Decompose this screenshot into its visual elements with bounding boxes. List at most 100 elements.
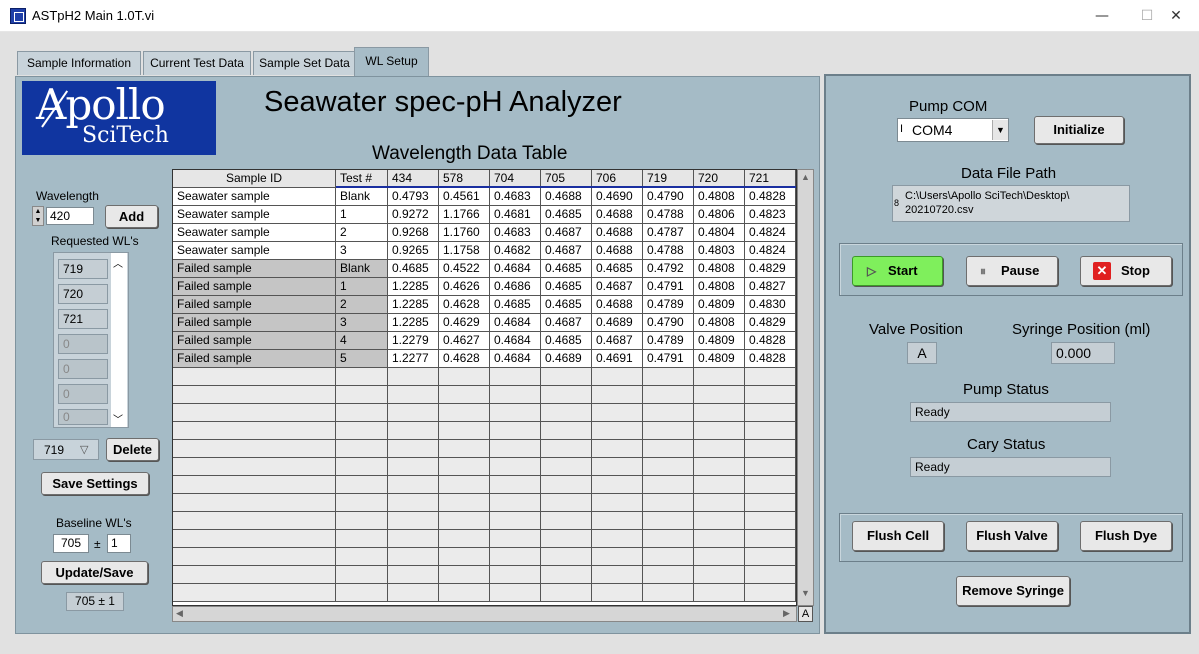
save-settings-button[interactable]: Save Settings: [41, 472, 149, 495]
table-cell-empty[interactable]: [388, 422, 439, 440]
table-cell-empty[interactable]: [173, 386, 336, 404]
table-cell-empty[interactable]: [592, 584, 643, 602]
table-cell-value[interactable]: 0.9272: [388, 206, 439, 224]
table-cell-empty[interactable]: [490, 458, 541, 476]
tab-current-test-data[interactable]: Current Test Data: [143, 51, 251, 75]
table-cell-value[interactable]: 0.4628: [439, 350, 490, 368]
table-cell-test[interactable]: 5: [336, 350, 388, 368]
table-cell-value[interactable]: 0.4691: [592, 350, 643, 368]
update-save-button[interactable]: Update/Save: [41, 561, 148, 584]
table-cell-test[interactable]: 4: [336, 332, 388, 350]
table-cell-value[interactable]: 0.4829: [745, 260, 796, 278]
table-cell-value[interactable]: 0.4793: [388, 188, 439, 206]
table-cell-value[interactable]: 0.4684: [490, 350, 541, 368]
table-cell-value[interactable]: 1.1758: [439, 242, 490, 260]
table-corner-indicator[interactable]: A: [798, 606, 813, 622]
table-cell-empty[interactable]: [388, 548, 439, 566]
table-cell-empty[interactable]: [541, 548, 592, 566]
table-cell-sample-id[interactable]: Failed sample: [173, 296, 336, 314]
table-cell-empty[interactable]: [745, 512, 796, 530]
table-cell-empty[interactable]: [173, 458, 336, 476]
table-cell-empty[interactable]: [643, 530, 694, 548]
table-cell-empty[interactable]: [173, 548, 336, 566]
table-cell-test[interactable]: 3: [336, 314, 388, 332]
table-cell-empty[interactable]: [643, 584, 694, 602]
wavelength-input[interactable]: 420: [46, 207, 94, 225]
table-cell-sample-id[interactable]: Seawater sample: [173, 206, 336, 224]
table-cell-empty[interactable]: [745, 458, 796, 476]
table-cell-empty[interactable]: [173, 494, 336, 512]
table-cell-value[interactable]: 0.4788: [643, 206, 694, 224]
table-cell-value[interactable]: 0.4683: [490, 224, 541, 242]
table-cell-empty[interactable]: [490, 386, 541, 404]
table-cell-empty[interactable]: [643, 440, 694, 458]
table-cell-empty[interactable]: [541, 422, 592, 440]
table-cell-value[interactable]: 1.2285: [388, 278, 439, 296]
scroll-left-icon[interactable]: ◀: [176, 608, 183, 619]
wavelength-stepper[interactable]: ▲ ▼: [32, 206, 44, 226]
table-cell-empty[interactable]: [592, 566, 643, 584]
table-cell-empty[interactable]: [439, 494, 490, 512]
chevron-up-icon[interactable]: ︿: [113, 255, 123, 270]
table-cell-value[interactable]: 0.4791: [643, 278, 694, 296]
table-cell-value[interactable]: 0.4823: [745, 206, 796, 224]
table-cell-empty[interactable]: [388, 404, 439, 422]
table-cell-value[interactable]: 0.4684: [490, 260, 541, 278]
table-cell-value[interactable]: 0.4687: [592, 278, 643, 296]
table-cell-empty[interactable]: [694, 548, 745, 566]
table-cell-empty[interactable]: [643, 386, 694, 404]
table-cell-value[interactable]: 0.9265: [388, 242, 439, 260]
table-cell-value[interactable]: 1.2285: [388, 296, 439, 314]
table-cell-empty[interactable]: [336, 494, 388, 512]
table-cell-value[interactable]: 0.4792: [643, 260, 694, 278]
table-cell-empty[interactable]: [173, 476, 336, 494]
initialize-button[interactable]: Initialize: [1034, 116, 1124, 144]
table-cell-value[interactable]: 0.4686: [490, 278, 541, 296]
stop-button[interactable]: ✕ Stop: [1080, 256, 1172, 286]
table-cell-value[interactable]: 0.4682: [490, 242, 541, 260]
table-cell-test[interactable]: 2: [336, 224, 388, 242]
table-cell-value[interactable]: 0.4789: [643, 332, 694, 350]
table-cell-empty[interactable]: [592, 422, 643, 440]
table-cell-empty[interactable]: [541, 386, 592, 404]
table-cell-empty[interactable]: [336, 404, 388, 422]
table-cell-empty[interactable]: [173, 566, 336, 584]
table-cell-empty[interactable]: [336, 584, 388, 602]
table-cell-empty[interactable]: [745, 404, 796, 422]
tab-sample-information[interactable]: Sample Information: [17, 51, 141, 75]
tab-sample-set-data[interactable]: Sample Set Data: [253, 51, 356, 75]
table-cell-empty[interactable]: [490, 566, 541, 584]
table-cell-empty[interactable]: [336, 530, 388, 548]
table-cell-empty[interactable]: [541, 494, 592, 512]
table-cell-value[interactable]: 0.4690: [592, 188, 643, 206]
table-cell-empty[interactable]: [336, 566, 388, 584]
table-cell-empty[interactable]: [173, 404, 336, 422]
scroll-right-icon[interactable]: ▶: [783, 608, 790, 619]
table-cell-value[interactable]: 0.4830: [745, 296, 796, 314]
table-cell-empty[interactable]: [694, 404, 745, 422]
table-cell-empty[interactable]: [490, 584, 541, 602]
table-horizontal-scrollbar[interactable]: ◀ ▶: [172, 606, 797, 622]
table-cell-value[interactable]: 0.4687: [541, 242, 592, 260]
table-cell-empty[interactable]: [541, 530, 592, 548]
table-cell-empty[interactable]: [388, 440, 439, 458]
remove-syringe-button[interactable]: Remove Syringe: [956, 576, 1070, 606]
table-cell-empty[interactable]: [745, 494, 796, 512]
table-cell-value[interactable]: 0.4789: [643, 296, 694, 314]
table-cell-value[interactable]: 0.4827: [745, 278, 796, 296]
table-cell-value[interactable]: 0.4790: [643, 188, 694, 206]
table-cell-value[interactable]: 0.4688: [592, 224, 643, 242]
table-cell-empty[interactable]: [439, 530, 490, 548]
table-cell-empty[interactable]: [173, 584, 336, 602]
table-cell-empty[interactable]: [592, 386, 643, 404]
table-vertical-scrollbar[interactable]: ▲ ▼: [797, 169, 814, 606]
table-cell-value[interactable]: 0.4808: [694, 260, 745, 278]
table-cell-value[interactable]: 0.4824: [745, 224, 796, 242]
start-button[interactable]: ▷ Start: [852, 256, 943, 286]
table-cell-sample-id[interactable]: Seawater sample: [173, 188, 336, 206]
table-cell-empty[interactable]: [694, 458, 745, 476]
table-cell-empty[interactable]: [541, 404, 592, 422]
table-cell-empty[interactable]: [336, 548, 388, 566]
table-cell-value[interactable]: 0.4788: [643, 242, 694, 260]
close-button[interactable]: ✕: [1153, 0, 1199, 32]
